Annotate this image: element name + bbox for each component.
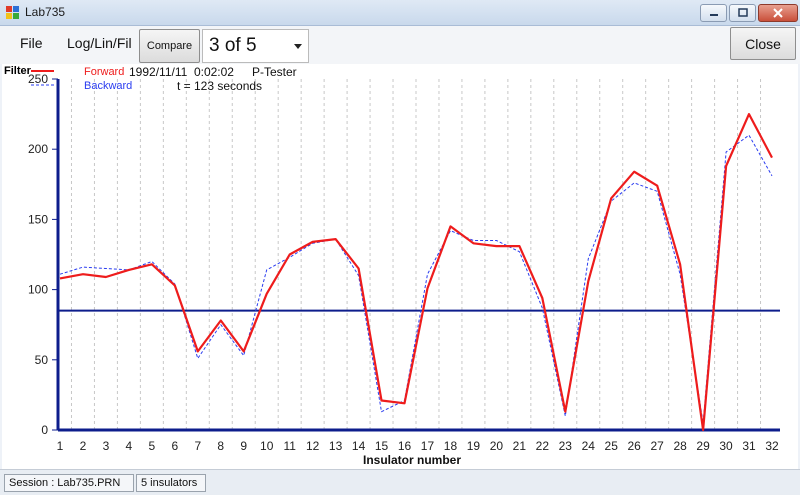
x-tick-label: 30 xyxy=(719,439,733,453)
window-close-button[interactable] xyxy=(758,4,798,22)
insulator-chart: 0501001502002501 2 3 4 5 6 7 8 9 10 11 12 13 14 15 16 17… xyxy=(4,65,780,467)
x-tick-label: 11 xyxy=(283,439,296,453)
x-tick-label: 4 xyxy=(126,439,133,453)
x-tick-label: 9 xyxy=(240,439,247,453)
x-tick-label: 6 xyxy=(171,439,178,453)
close-button[interactable]: Close xyxy=(730,27,796,60)
maximize-icon xyxy=(737,8,748,17)
x-tick-label: 8 xyxy=(217,439,224,453)
x-tick-label: 22 xyxy=(536,439,550,453)
x-tick-label: 25 xyxy=(605,439,619,453)
minimize-button[interactable] xyxy=(700,4,727,22)
x-tick-label: 1 xyxy=(57,439,64,453)
x-tick-label: 19 xyxy=(467,439,481,453)
chevron-down-icon xyxy=(294,44,302,49)
app-icon xyxy=(6,6,20,20)
x-tick-label: 31 xyxy=(742,439,756,453)
x-tick-label: 17 xyxy=(421,439,435,453)
close-icon xyxy=(773,8,783,18)
y-tick-label: 50 xyxy=(35,353,49,367)
legend-backward-label: Backward xyxy=(84,80,132,92)
x-tick-label: 29 xyxy=(696,439,710,453)
chart-tester: P-Tester xyxy=(252,65,297,79)
y-tick-label: 100 xyxy=(28,283,48,297)
x-tick-label: 21 xyxy=(513,439,527,453)
x-tick-label: 23 xyxy=(559,439,573,453)
menu-log-lin-fil[interactable]: Log/Lin/Fil xyxy=(67,35,132,51)
y-tick-label: 250 xyxy=(28,72,48,86)
minimize-icon xyxy=(709,14,718,16)
compare-button[interactable]: Compare xyxy=(139,29,200,63)
title-bar: Lab735 xyxy=(0,0,800,26)
session-selector[interactable]: 3 of 5 xyxy=(202,29,309,63)
x-tick-label: 28 xyxy=(673,439,687,453)
y-tick-label: 0 xyxy=(41,423,48,437)
x-tick-label: 15 xyxy=(375,439,389,453)
x-tick-label: 13 xyxy=(329,439,343,453)
grid-layer xyxy=(70,79,762,430)
x-tick-label: 27 xyxy=(650,439,664,453)
chart-duration: t = 123 seconds xyxy=(177,79,262,93)
legend-forward-label: Forward xyxy=(84,66,124,78)
status-bar: Session : Lab735.PRN 5 insulators xyxy=(0,469,800,495)
x-tick-label: 2 xyxy=(80,439,87,453)
x-tick-label: 5 xyxy=(149,439,156,453)
x-tick-label: 18 xyxy=(444,439,458,453)
session-selector-value: 3 of 5 xyxy=(209,35,257,56)
y-tick-label: 200 xyxy=(28,142,48,156)
status-insulator-count: 5 insulators xyxy=(136,474,206,492)
x-tick-label: 26 xyxy=(628,439,642,453)
window-title: Lab735 xyxy=(25,5,66,19)
x-tick-label: 14 xyxy=(352,439,366,453)
x-tick-label: 16 xyxy=(398,439,412,453)
x-tick-label: 32 xyxy=(765,439,779,453)
filter-label: Filter xyxy=(4,65,32,77)
x-tick-label: 20 xyxy=(490,439,504,453)
x-tick-label: 24 xyxy=(582,439,596,453)
x-tick-label: 12 xyxy=(306,439,320,453)
chart-panel: 0 50 100 150 200 250 1 2 3 4 5 6 7 8 9 10 11 12 13 14 15 16 17… xyxy=(2,64,798,469)
chart-datetime: 1992/11/11 0:02:02 xyxy=(129,65,234,79)
menu-file[interactable]: File xyxy=(20,35,43,51)
x-tick-label: 3 xyxy=(103,439,110,453)
x-axis-title: Insulator number xyxy=(363,453,461,467)
status-session: Session : Lab735.PRN xyxy=(4,474,134,492)
x-tick-label: 10 xyxy=(260,439,274,453)
x-tick-label: 7 xyxy=(194,439,201,453)
y-tick-label: 150 xyxy=(28,212,48,226)
menu-bar: File Log/Lin/Fil Compare xyxy=(0,26,800,64)
maximize-button[interactable] xyxy=(729,4,756,22)
